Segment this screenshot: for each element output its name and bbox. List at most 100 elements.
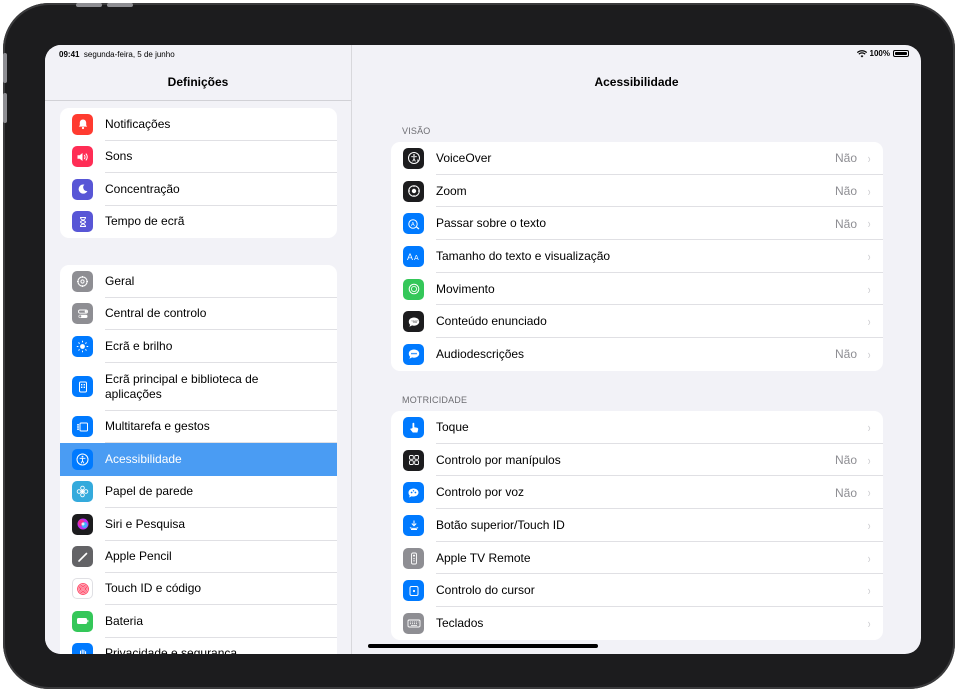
multitask-icon bbox=[72, 416, 93, 438]
item-value: Não bbox=[834, 453, 857, 468]
item-value: Não bbox=[834, 184, 857, 199]
list-item[interactable]: Zoom Não › bbox=[391, 175, 883, 208]
item-label: Papel de parede bbox=[105, 484, 194, 499]
status-right: 100% bbox=[856, 49, 909, 58]
item-label: Sons bbox=[105, 149, 133, 164]
list-item[interactable]: Geral bbox=[60, 265, 337, 298]
hand-icon bbox=[72, 643, 93, 654]
item-label: Touch ID e código bbox=[105, 581, 202, 596]
gear-icon bbox=[72, 270, 93, 292]
battery-icon bbox=[893, 50, 909, 57]
list-item[interactable]: Siri e Pesquisa bbox=[60, 508, 337, 541]
chevron-right-icon: › bbox=[867, 150, 871, 166]
list-item[interactable]: Bateria bbox=[60, 605, 337, 638]
home-screen-icon bbox=[72, 376, 93, 397]
flower-icon bbox=[72, 481, 93, 503]
page-title: Acessibilidade bbox=[594, 75, 679, 89]
list-item[interactable]: Central de controlo bbox=[60, 298, 337, 330]
hourglass-icon bbox=[72, 211, 93, 233]
item-label: Toque bbox=[436, 419, 469, 434]
item-label: Ecrã principal e biblioteca de aplicaçõe… bbox=[105, 371, 259, 401]
svg-text:A: A bbox=[407, 252, 413, 262]
list-item[interactable]: Ecrã principal e biblioteca de aplicaçõe… bbox=[60, 363, 337, 411]
touch-icon bbox=[403, 416, 424, 438]
list-item[interactable]: Movimento › bbox=[391, 273, 883, 306]
item-label: Acessibilidade bbox=[105, 451, 182, 466]
list-item[interactable]: Ecrã e brilho bbox=[60, 330, 337, 363]
item-value: Não bbox=[834, 347, 857, 362]
list-item[interactable]: Notificações bbox=[60, 108, 337, 141]
list-item[interactable]: Privacidade e segurança bbox=[60, 638, 337, 654]
item-value: Não bbox=[834, 151, 857, 166]
side-button bbox=[3, 53, 7, 83]
list-item[interactable]: Teclados › bbox=[391, 607, 883, 640]
list-item[interactable]: A A Tamanho do texto e visualização › bbox=[391, 240, 883, 273]
svg-text:"90": "90" bbox=[411, 319, 419, 324]
moon-icon bbox=[72, 178, 93, 200]
switch-control-icon bbox=[403, 449, 424, 471]
list-item[interactable]: Apple TV Remote › bbox=[391, 542, 883, 575]
section-header: VISÃO bbox=[402, 126, 431, 136]
sidebar: Definições Notificações Sons Concentração T… bbox=[45, 45, 352, 654]
item-value: Não bbox=[834, 485, 857, 500]
list-item[interactable]: Controlo por voz Não › bbox=[391, 476, 883, 510]
item-label: Concentração bbox=[105, 181, 180, 196]
text-size-icon: AA bbox=[403, 245, 424, 267]
chevron-right-icon: › bbox=[867, 183, 871, 199]
list-item[interactable]: VoiceOver Não › bbox=[391, 142, 883, 175]
chevron-right-icon: › bbox=[867, 314, 871, 330]
chevron-right-icon: › bbox=[867, 452, 871, 468]
accessibility-icon bbox=[72, 448, 93, 470]
clock: 09:41 bbox=[59, 50, 80, 59]
sidebar-item-selected[interactable]: Acessibilidade bbox=[60, 443, 337, 476]
voiceover-icon bbox=[403, 147, 424, 169]
zoom-icon bbox=[403, 180, 424, 202]
list-item[interactable]: Botão superior/Touch ID › bbox=[391, 509, 883, 542]
svg-text:A: A bbox=[414, 255, 419, 262]
voice-control-icon bbox=[403, 482, 424, 504]
pencil-icon bbox=[72, 546, 93, 567]
list-item[interactable]: Papel de parede bbox=[60, 476, 337, 508]
item-label: Bateria bbox=[105, 613, 144, 628]
battery-icon bbox=[72, 610, 93, 632]
chevron-right-icon: › bbox=[867, 216, 871, 232]
divider bbox=[45, 100, 351, 101]
list-item[interactable]: A Passar sobre o texto Não › bbox=[391, 207, 883, 241]
chevron-right-icon: › bbox=[867, 419, 871, 435]
chevron-right-icon: › bbox=[867, 517, 871, 533]
spoken-content-icon: "90" bbox=[403, 311, 424, 333]
item-label: Multitarefa e gestos bbox=[105, 419, 210, 434]
cursor-icon bbox=[403, 580, 424, 602]
item-label: Privacidade e segurança bbox=[105, 646, 238, 654]
item-value: Não bbox=[834, 216, 857, 231]
ipad-frame: 09:41 segunda-feira, 5 de junho 100% Def… bbox=[3, 3, 955, 689]
volume-button bbox=[76, 3, 102, 7]
chevron-right-icon: › bbox=[867, 615, 871, 631]
item-label: Controlo por voz bbox=[436, 485, 525, 500]
list-item[interactable]: Concentração bbox=[60, 173, 337, 206]
speaker-icon bbox=[72, 146, 93, 168]
item-label: Audiodescrições bbox=[436, 346, 525, 361]
home-indicator[interactable] bbox=[368, 644, 598, 648]
motion-icon bbox=[403, 278, 424, 300]
volume-button bbox=[107, 3, 133, 7]
list-item[interactable]: Controlo do cursor › bbox=[391, 574, 883, 608]
main-panel: Acessibilidade VISÃO VoiceOver Não › Zoom Nã… bbox=[352, 45, 921, 654]
list-item[interactable]: Sons bbox=[60, 141, 337, 173]
list-item[interactable]: Toque › bbox=[391, 411, 883, 444]
list-item[interactable]: Audiodescrições Não › bbox=[391, 338, 883, 371]
fingerprint-icon bbox=[72, 578, 93, 600]
list-item[interactable]: Tempo de ecrã bbox=[60, 206, 337, 239]
item-label: Botão superior/Touch ID bbox=[436, 517, 565, 532]
list-item[interactable]: Apple Pencil bbox=[60, 541, 337, 573]
screen: 09:41 segunda-feira, 5 de junho 100% Def… bbox=[45, 45, 921, 654]
side-button bbox=[3, 93, 7, 123]
sidebar-group: Geral Central de controlo Ecrã e brilho Ecr… bbox=[60, 265, 337, 654]
list-item[interactable]: Multitarefa e gestos bbox=[60, 411, 337, 443]
item-label: Ecrã e brilho bbox=[105, 338, 173, 353]
list-item[interactable]: "90" Conteúdo enunciado › bbox=[391, 305, 883, 339]
chevron-right-icon: › bbox=[867, 550, 871, 566]
list-item[interactable]: Controlo por manípulos Não › bbox=[391, 444, 883, 477]
list-item[interactable]: Touch ID e código bbox=[60, 573, 337, 605]
settings-group: Toque › Controlo por manípulos Não › Controlo… bbox=[391, 411, 883, 640]
